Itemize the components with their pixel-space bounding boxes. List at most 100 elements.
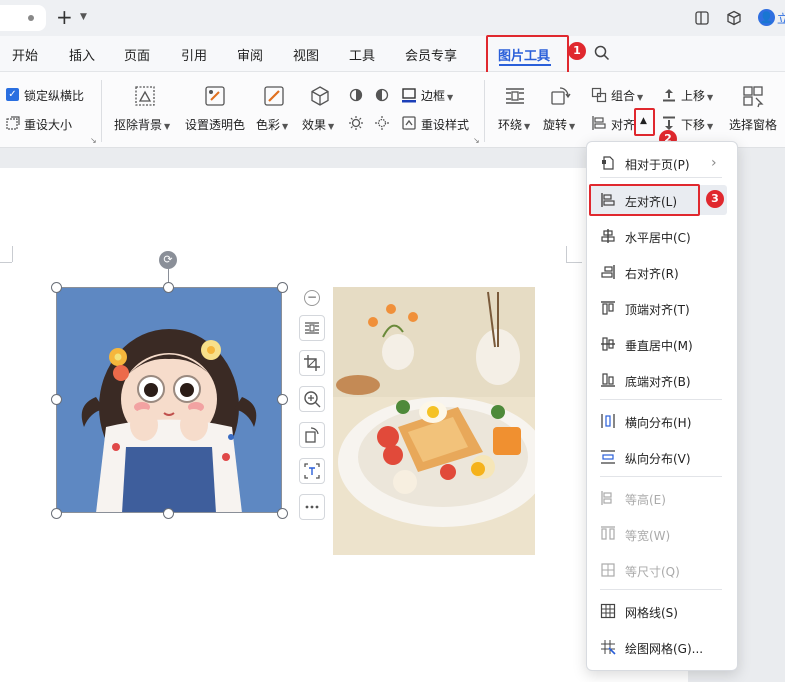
menu-item-align-bottom[interactable]: 底端对齐(B) bbox=[586, 365, 736, 395]
align-icon bbox=[592, 116, 606, 130]
user-avatar-icon[interactable]: 👤 bbox=[758, 9, 775, 26]
same-height-icon bbox=[601, 491, 612, 505]
align-bottom-icon bbox=[601, 373, 615, 387]
tab-insert[interactable]: 插入 bbox=[69, 45, 95, 64]
rotate-icon bbox=[551, 87, 571, 105]
border-button[interactable]: 边框 ▼ bbox=[421, 87, 453, 104]
menu-item-distribute-vertical[interactable]: 纵向分布(V) bbox=[586, 442, 736, 472]
resize-handle-e[interactable] bbox=[277, 394, 288, 405]
float-rotate-button[interactable] bbox=[299, 422, 325, 448]
set-transparent-icon bbox=[205, 86, 225, 106]
menu-item-relative-to-page[interactable]: 相对于页(P) bbox=[586, 148, 736, 178]
resize-handle-ne[interactable] bbox=[277, 282, 288, 293]
bring-forward-button[interactable]: 上移 ▼ bbox=[681, 87, 713, 104]
rotate-button[interactable]: 旋转 ▼ bbox=[543, 116, 575, 133]
tab-tools[interactable]: 工具 bbox=[349, 45, 375, 64]
wrap-button[interactable]: 环绕 ▼ bbox=[498, 116, 530, 133]
color-button[interactable]: 色彩 ▼ bbox=[256, 116, 288, 133]
float-zoom-button[interactable] bbox=[299, 386, 325, 412]
document-tab[interactable] bbox=[0, 5, 46, 31]
resize-handle-nw[interactable] bbox=[51, 282, 62, 293]
ribbon-separator bbox=[484, 80, 485, 142]
collapse-toolbar-icon[interactable]: − bbox=[304, 290, 320, 306]
annotation-badge-3: 3 bbox=[706, 190, 724, 208]
menu-separator bbox=[600, 589, 722, 590]
align-right-icon bbox=[601, 265, 615, 279]
resize-handle-se[interactable] bbox=[277, 508, 288, 519]
menu-item-distribute-horizontal[interactable]: 横向分布(H) bbox=[586, 406, 736, 436]
login-link[interactable]: 立 bbox=[777, 10, 785, 27]
tab-page[interactable]: 页面 bbox=[124, 45, 150, 64]
contrast-up-icon[interactable] bbox=[348, 115, 364, 131]
effects-button[interactable]: 效果 ▼ bbox=[302, 116, 334, 133]
selection-pane-button[interactable]: 选择窗格 bbox=[729, 116, 777, 133]
drawing-grid-icon bbox=[601, 640, 616, 655]
tab-member[interactable]: 会员专享 bbox=[405, 45, 457, 64]
selection-frame bbox=[56, 287, 282, 513]
resize-handle-w[interactable] bbox=[51, 394, 62, 405]
set-transparent-button[interactable]: 设置透明色 bbox=[185, 116, 245, 133]
effects-icon bbox=[311, 86, 329, 106]
align-middle-v-icon bbox=[601, 337, 615, 351]
menu-item-drawing-grid[interactable]: 绘图网格(G)... bbox=[586, 632, 736, 662]
float-extract-text-button[interactable] bbox=[299, 458, 325, 484]
same-size-icon bbox=[601, 563, 615, 577]
lock-ratio-checkbox[interactable]: ✓ bbox=[6, 88, 19, 101]
resize-handle-n[interactable] bbox=[163, 282, 174, 293]
menu-bar bbox=[0, 36, 785, 72]
search-icon[interactable] bbox=[594, 45, 610, 61]
cube-icon[interactable] bbox=[726, 10, 742, 26]
new-tab-plus-icon[interactable]: + bbox=[56, 6, 73, 28]
crop-icon bbox=[304, 355, 320, 371]
group-button[interactable]: 组合 ▼ bbox=[611, 87, 643, 104]
rotate-handle-icon[interactable]: ⟳ bbox=[159, 251, 177, 269]
float-more-button[interactable] bbox=[299, 494, 325, 520]
annotation-box-2 bbox=[634, 108, 655, 136]
food-plate-image[interactable] bbox=[333, 287, 535, 555]
menu-item-align-top[interactable]: 顶端对齐(T) bbox=[586, 293, 736, 323]
page-corner-mark bbox=[0, 262, 12, 263]
gridlines-icon bbox=[600, 603, 616, 619]
align-button[interactable]: 对齐 bbox=[611, 116, 635, 133]
align-top-icon bbox=[601, 301, 615, 315]
menu-separator bbox=[600, 399, 722, 400]
dialog-launcher-icon[interactable]: ↘ bbox=[473, 136, 480, 145]
send-backward-icon bbox=[663, 116, 675, 130]
float-wrap-button[interactable] bbox=[299, 315, 325, 341]
group-icon bbox=[591, 87, 607, 103]
menu-item-align-right[interactable]: 右对齐(R) bbox=[586, 257, 736, 287]
dialog-launcher-icon[interactable]: ↘ bbox=[90, 136, 97, 145]
brightness-down-icon[interactable] bbox=[374, 87, 390, 103]
tab-view[interactable]: 视图 bbox=[293, 45, 319, 64]
resize-handle-sw[interactable] bbox=[51, 508, 62, 519]
color-adjust-icon bbox=[264, 86, 284, 106]
unsaved-dot-icon bbox=[28, 15, 34, 21]
tab-start[interactable]: 开始 bbox=[12, 45, 38, 64]
bring-forward-icon bbox=[663, 89, 675, 102]
more-icon bbox=[305, 505, 319, 509]
annotation-box-3 bbox=[589, 184, 700, 216]
reset-style-button[interactable]: 重设样式 bbox=[421, 116, 469, 133]
page-corner-mark bbox=[566, 262, 582, 263]
reset-style-icon bbox=[402, 116, 416, 130]
menu-item-same-size: 等尺寸(Q) bbox=[586, 555, 736, 585]
menu-item-gridlines[interactable]: 网格线(S) bbox=[586, 596, 736, 626]
menu-separator bbox=[600, 177, 722, 178]
reset-size-button[interactable]: 重设大小 bbox=[24, 116, 72, 133]
menu-item-align-middle[interactable]: 垂直居中(M) bbox=[586, 329, 736, 359]
lock-ratio-label: 锁定纵横比 bbox=[24, 89, 85, 103]
brightness-up-icon[interactable] bbox=[348, 87, 364, 103]
remove-background-button[interactable]: 抠除背景 ▼ bbox=[114, 116, 170, 133]
reading-mode-icon[interactable] bbox=[694, 10, 710, 26]
border-icon bbox=[402, 88, 416, 103]
tab-references[interactable]: 引用 bbox=[181, 45, 207, 64]
send-backward-button[interactable]: 下移 ▼ bbox=[681, 116, 713, 133]
tab-review[interactable]: 审阅 bbox=[237, 45, 263, 64]
resize-handle-s[interactable] bbox=[163, 508, 174, 519]
chevron-down-icon[interactable]: ▼ bbox=[80, 12, 87, 22]
float-crop-button[interactable] bbox=[299, 350, 325, 376]
page-corner-mark bbox=[12, 246, 13, 262]
menu-item-align-center[interactable]: 水平居中(C) bbox=[586, 221, 736, 251]
title-bar: + ▼ 👤 立 bbox=[0, 0, 785, 36]
contrast-down-icon[interactable] bbox=[374, 115, 390, 131]
